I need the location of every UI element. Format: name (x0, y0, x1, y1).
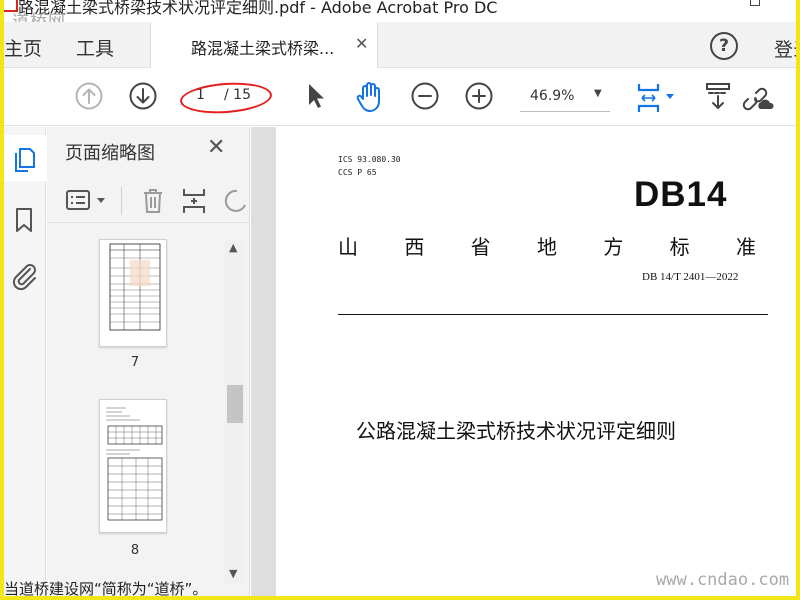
next-page-icon[interactable] (128, 81, 158, 111)
panel-title: 页面缩略图 (65, 143, 155, 164)
panel-toolbar (47, 179, 250, 223)
zoom-dropdown[interactable]: 46.9% ▼ (520, 82, 610, 112)
thumbnail-7-content (109, 243, 161, 331)
link-cloud-icon[interactable] (740, 81, 776, 113)
attachment-icon[interactable] (10, 261, 38, 291)
standard-code: DB14 (634, 175, 728, 214)
document-tab-label: 路混凝土梁式桥梁... (191, 39, 335, 58)
thumbnails-panel: 页面缩略图 ✕ 7 8 ▲ ▼ (47, 127, 250, 596)
options-icon[interactable] (65, 189, 107, 213)
document-title: 公路混凝土梁式桥技术状况评定细则 (356, 419, 676, 443)
left-rail (4, 127, 46, 596)
scroll-mode-icon[interactable] (704, 81, 732, 113)
title-char: 准 (735, 235, 756, 259)
title-char: 方 (603, 235, 624, 259)
zoom-out-icon[interactable] (410, 81, 440, 111)
window-control-icon[interactable] (750, 0, 760, 6)
title-char: 地 (536, 235, 557, 259)
tab-bar: 主页 工具 路混凝土梁式桥梁... ✕ ? 登录 (4, 22, 796, 69)
title-char: 标 (669, 235, 690, 259)
toolbar: 1 / 15 46.9% ▼ (4, 68, 796, 126)
ics-code: ICS 93.080.30 (338, 155, 401, 164)
watermark-bottom: www.cndao.com (656, 570, 790, 590)
rotate-icon[interactable] (223, 187, 247, 215)
header-rule (338, 314, 768, 315)
thumbnail-scrollbar[interactable]: ▲ ▼ (225, 239, 245, 583)
thumbnail-8-content (106, 407, 163, 521)
red-circle-annotation (179, 79, 273, 117)
tools-tab[interactable]: 工具 (76, 34, 114, 61)
chevron-down-icon: ▼ (594, 88, 602, 99)
select-tool-icon[interactable] (304, 81, 328, 111)
scroll-down-icon[interactable]: ▼ (229, 567, 237, 580)
thumbnail-page-8[interactable] (99, 399, 167, 533)
zoom-value: 46.9% (530, 88, 575, 104)
pdf-page: ICS 93.080.30 CCS P 65 DB14 山 西 省 地 方 标 … (276, 127, 796, 596)
prev-page-icon[interactable] (74, 81, 104, 111)
delete-icon[interactable] (141, 187, 165, 215)
fit-page-icon[interactable] (636, 81, 678, 115)
title-char: 省 (470, 235, 491, 259)
sign-in-link[interactable]: 登录 (774, 35, 796, 62)
help-icon[interactable]: ? (710, 32, 738, 60)
standard-number: DB 14/T 2401—2022 (642, 271, 739, 283)
close-tab-icon[interactable]: ✕ (355, 34, 368, 53)
close-panel-icon[interactable]: ✕ (207, 135, 225, 160)
bookmark-icon[interactable] (14, 207, 34, 233)
scroll-up-icon[interactable]: ▲ (229, 241, 237, 254)
title-char: 西 (404, 235, 425, 259)
toolbar-divider (121, 187, 122, 215)
zoom-in-icon[interactable] (464, 81, 494, 111)
province-standard-title: 山 西 省 地 方 标 准 (338, 231, 756, 260)
document-tab[interactable]: 路混凝土梁式桥梁... ✕ (150, 22, 378, 69)
window-title: 路混凝土梁式桥梁技术状况评定细则.pdf - Adobe Acrobat Pro… (18, 0, 498, 17)
thumbnail-list: 7 8 (47, 239, 225, 583)
ccs-code: CCS P 65 (338, 168, 377, 177)
title-char: 山 (338, 235, 358, 259)
insert-page-icon[interactable] (181, 187, 207, 215)
home-tab[interactable]: 主页 (4, 34, 42, 61)
acrobat-window: 路混凝土梁式桥梁技术状况评定细则.pdf - Adobe Acrobat Pro… (4, 0, 796, 596)
title-bar: 路混凝土梁式桥梁技术状况评定细则.pdf - Adobe Acrobat Pro… (4, 0, 796, 32)
thumbnail-label-7: 7 (130, 355, 140, 370)
caption-bottom: 当道桥建设网“简称为“道桥”。 (4, 580, 208, 596)
hand-tool-icon[interactable] (354, 81, 384, 113)
document-view[interactable]: ICS 93.080.30 CCS P 65 DB14 山 西 省 地 方 标 … (251, 127, 796, 596)
scrollbar-thumb[interactable] (227, 385, 243, 423)
thumbnail-label-8: 8 (130, 543, 140, 558)
thumbnail-page-7[interactable] (99, 239, 167, 347)
pages-icon[interactable] (12, 145, 36, 173)
